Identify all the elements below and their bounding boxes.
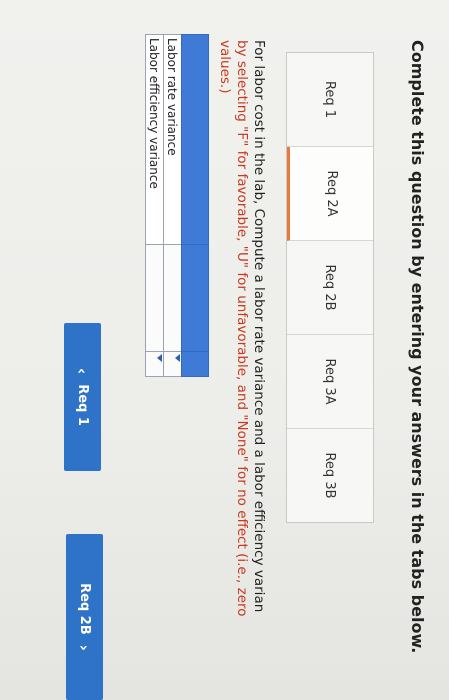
tab-label: Req 2B bbox=[322, 264, 338, 311]
question-title: Complete this question by entering your … bbox=[408, 40, 427, 654]
dropdown-arrow-icon bbox=[157, 354, 162, 362]
chevron-left-icon: ‹ bbox=[73, 368, 92, 375]
tab-label: Req 2A bbox=[324, 170, 339, 217]
instruction-line-3: values.) bbox=[217, 40, 233, 94]
tab-req-1[interactable]: Req 1 bbox=[287, 53, 373, 147]
table-row: Labor efficiency variance bbox=[145, 34, 164, 377]
next-req-button[interactable]: Req 2B › bbox=[66, 534, 103, 700]
labor-rate-variance-amount-input[interactable] bbox=[163, 244, 182, 352]
next-req-label: Req 2B bbox=[77, 583, 92, 635]
variance-table: Labor rate variance Labor efficiency var… bbox=[145, 34, 209, 377]
row-label: Labor efficiency variance bbox=[145, 34, 164, 245]
header-cell bbox=[181, 351, 209, 377]
header-cell bbox=[181, 34, 209, 245]
tab-label: Req 3A bbox=[322, 358, 338, 405]
table-row: Labor rate variance bbox=[163, 34, 182, 377]
tab-req-3b[interactable]: Req 3B bbox=[287, 429, 373, 522]
header-cell bbox=[181, 244, 209, 352]
row-label: Labor rate variance bbox=[163, 34, 182, 245]
table-header-row bbox=[181, 34, 209, 377]
labor-efficiency-variance-amount-input[interactable] bbox=[145, 244, 164, 352]
question-panel: Complete this question by entering your … bbox=[0, 0, 449, 700]
tab-label: Req 1 bbox=[322, 80, 338, 119]
tab-req-2b[interactable]: Req 2B bbox=[287, 241, 373, 335]
chevron-right-icon: › bbox=[75, 644, 94, 651]
labor-rate-variance-effect-select[interactable] bbox=[163, 351, 182, 377]
dropdown-arrow-icon bbox=[175, 354, 180, 362]
tab-req-3a[interactable]: Req 3A bbox=[287, 335, 373, 429]
requirement-tabs: Req 1 Req 2A Req 2B Req 3A Req 3B bbox=[286, 52, 374, 523]
labor-efficiency-variance-effect-select[interactable] bbox=[145, 351, 164, 377]
tab-label: Req 3B bbox=[322, 452, 338, 499]
prev-req-button[interactable]: ‹ Req 1 bbox=[64, 323, 101, 471]
instruction-line-2: by selecting "F" for favorable, "U" for … bbox=[234, 40, 250, 617]
instructions: For labor cost in the lab, Compute a lab… bbox=[216, 40, 267, 700]
prev-req-label: Req 1 bbox=[75, 384, 90, 426]
instruction-line-1: For labor cost in the lab, Compute a lab… bbox=[251, 40, 267, 613]
tab-req-2a[interactable]: Req 2A bbox=[287, 147, 373, 241]
